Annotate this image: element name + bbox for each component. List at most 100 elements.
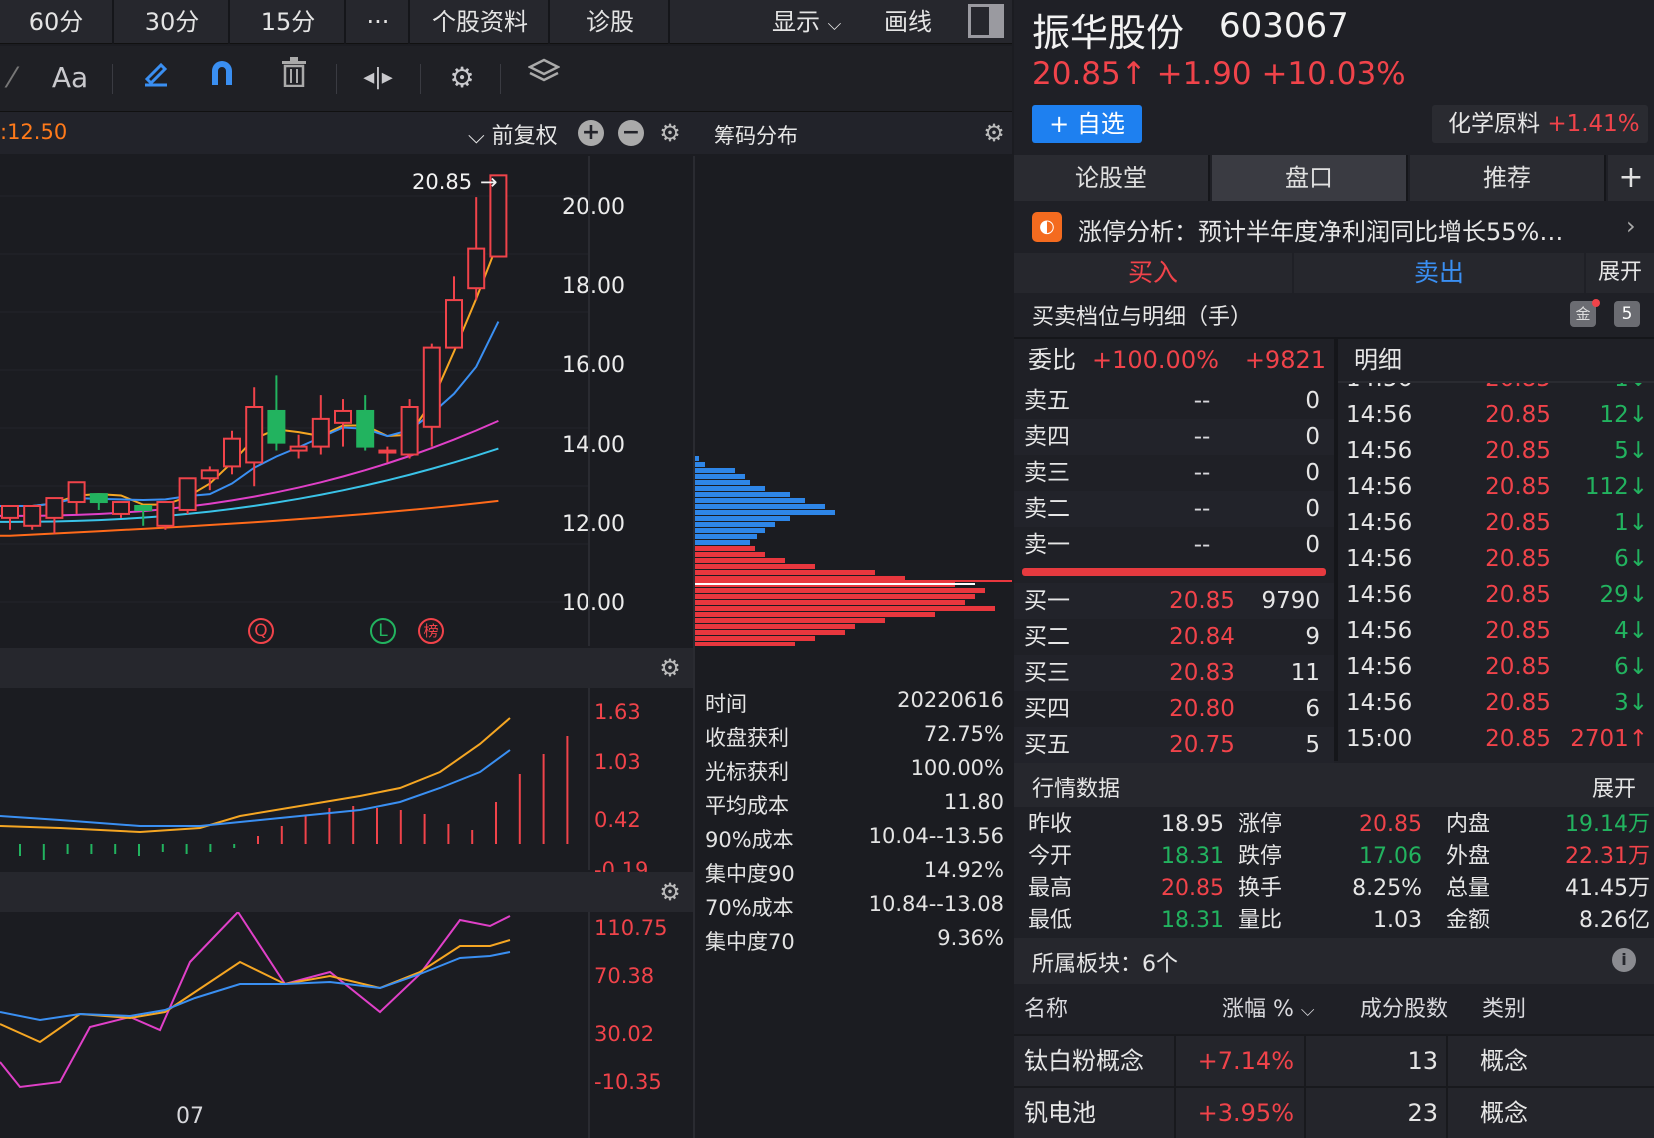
detail-row[interactable]: 15:00 20.85 2701↑ — [1338, 721, 1654, 757]
chip-bar — [695, 588, 985, 593]
layers-icon[interactable] — [522, 56, 566, 100]
market-label: 换手 — [1238, 876, 1283, 901]
bid-row[interactable]: 买二 20.84 9 — [1014, 619, 1334, 655]
ask-row[interactable]: 卖五 -- 0 — [1014, 383, 1334, 419]
detail-row[interactable]: 14:56 20.85 4↓ — [1338, 613, 1654, 649]
chip-stat-label: 90%成本 — [705, 828, 794, 852]
detail-row[interactable]: 14:56 20.85 5↓ — [1338, 433, 1654, 469]
marker-q[interactable]: Q — [248, 618, 274, 644]
detail-row[interactable]: 14:56 20.85 29↓ — [1338, 577, 1654, 613]
chips-title: 筹码分布 — [714, 124, 798, 148]
detail-price: 20.85 — [1485, 582, 1551, 608]
magnet-icon[interactable] — [200, 56, 244, 100]
tab-30min[interactable]: 30分 — [116, 0, 230, 44]
book-volume: 5 — [1305, 732, 1320, 758]
trash-icon[interactable] — [272, 56, 316, 100]
marker-bang[interactable]: 榜 — [418, 618, 444, 644]
detail-price: 20.85 — [1485, 654, 1551, 680]
detail-row[interactable]: 14:56 20.85 1↓ — [1338, 383, 1654, 397]
info-icon[interactable]: i — [1612, 948, 1636, 972]
tab-forum[interactable]: 论股堂 — [1014, 155, 1210, 201]
text-tool-icon[interactable]: Aa — [48, 56, 92, 100]
col-change[interactable]: 涨幅 % ⌵ — [1222, 986, 1315, 1035]
bid-row[interactable]: 买一 20.85 9790 — [1014, 583, 1334, 619]
market-expand-button[interactable]: 展开 — [1592, 771, 1636, 803]
settings-gear-icon[interactable]: ⚙ — [440, 56, 484, 100]
buy-button[interactable]: 买入 — [1014, 253, 1292, 293]
market-value: 20.85 — [1161, 876, 1224, 901]
display-menu[interactable]: 显示 ⌵ — [772, 0, 841, 44]
chip-stat-label: 集中度70 — [705, 930, 795, 954]
panel-toggle-icon[interactable] — [968, 4, 1004, 38]
zoom-in-icon[interactable]: + — [578, 120, 604, 146]
pen-icon[interactable] — [134, 56, 178, 100]
book-level-label: 卖四 — [1024, 424, 1070, 450]
kdj-header: ⚙ — [0, 872, 693, 912]
sector-row[interactable]: 钛白粉概念 +7.14% 13 概念 — [1014, 1034, 1654, 1086]
macd-y-tick: 0.42 — [594, 808, 641, 832]
sector-row[interactable]: 钒电池 +3.95% 23 概念 — [1014, 1086, 1654, 1138]
chart-subheader: :12.50 ⌵ 前复权 + − ⚙ 筹码分布 ⚙ — [0, 112, 1012, 154]
tab-recommend[interactable]: 推荐 — [1410, 155, 1606, 201]
market-value: 18.95 — [1161, 812, 1224, 837]
chips-settings-gear-icon[interactable]: ⚙ — [982, 121, 1006, 145]
tab-diagnosis[interactable]: 诊股 — [552, 0, 670, 44]
line-tool-icon[interactable]: ⁄ — [0, 56, 24, 100]
zoom-out-icon[interactable]: − — [618, 120, 644, 146]
adjust-selector[interactable]: ⌵ 前复权 — [468, 118, 558, 150]
tab-stock-profile[interactable]: 个股资料 — [412, 0, 550, 44]
detail-volume: 112↓ — [1584, 474, 1648, 500]
ask-row[interactable]: 卖一 -- 0 — [1014, 527, 1334, 563]
detail-row[interactable]: 14:56 20.85 3↓ — [1338, 685, 1654, 721]
detail-row[interactable]: 14:56 20.85 1↓ — [1338, 505, 1654, 541]
expand-trade-button[interactable]: 展开 — [1586, 253, 1654, 293]
book-volume: 9790 — [1261, 588, 1320, 614]
detail-price: 20.85 — [1485, 474, 1551, 500]
tab-15min[interactable]: 15分 — [232, 0, 346, 44]
marker-l[interactable]: L — [370, 618, 396, 644]
sort-chevron-icon: ⌵ — [1300, 1000, 1315, 1021]
kdj-settings-gear-icon[interactable]: ⚙ — [658, 880, 682, 904]
bid-row[interactable]: 买四 20.80 6 — [1014, 691, 1334, 727]
depth-level-badge[interactable]: 5 — [1614, 301, 1640, 327]
col-type[interactable]: 类别 — [1482, 986, 1526, 1034]
sell-button[interactable]: 卖出 — [1294, 253, 1584, 293]
detail-row[interactable]: 14:56 20.85 6↓ — [1338, 649, 1654, 685]
market-label: 内盘 — [1446, 812, 1491, 837]
ask-row[interactable]: 卖四 -- 0 — [1014, 419, 1334, 455]
more-periods-button[interactable]: ··· — [348, 0, 410, 44]
detail-row[interactable]: 14:56 20.85 12↓ — [1338, 397, 1654, 433]
detail-row[interactable]: 14:56 20.85 112↓ — [1338, 469, 1654, 505]
x-axis-label: 07 — [176, 1104, 204, 1129]
divider — [1304, 1088, 1306, 1138]
ask-row[interactable]: 卖二 -- 0 — [1014, 491, 1334, 527]
macd-settings-gear-icon[interactable]: ⚙ — [658, 656, 682, 680]
chip-bar — [695, 642, 795, 646]
draw-line-button[interactable]: 画线 — [884, 0, 932, 44]
tab-order-book[interactable]: 盘口 — [1212, 155, 1408, 201]
y-tick-label: 18.00 — [562, 274, 625, 300]
add-watchlist-button[interactable]: + 自选 — [1032, 105, 1142, 143]
add-tab-button[interactable]: + — [1608, 155, 1654, 201]
resize-handle-icon[interactable]: ◂|▸ — [356, 56, 400, 100]
book-price: -- — [1193, 388, 1211, 414]
chart-settings-gear-icon[interactable]: ⚙ — [658, 121, 682, 145]
sector-chip[interactable]: 化学原料 +1.41% — [1432, 105, 1648, 143]
chip-bar — [695, 594, 975, 599]
col-count[interactable]: 成分股数 — [1360, 986, 1448, 1034]
kdj-chart[interactable] — [0, 912, 590, 1102]
detail-volume: 4↓ — [1614, 618, 1648, 644]
chip-bar — [695, 462, 705, 467]
limit-up-notice[interactable]: ◐ 涨停分析：预计半年度净利润同比增长55%… › — [1014, 203, 1654, 251]
tab-60min[interactable]: 60分 — [0, 0, 114, 44]
macd-chart[interactable] — [0, 688, 590, 870]
bid-row[interactable]: 买三 20.83 11 — [1014, 655, 1334, 691]
bid-row[interactable]: 买五 20.75 5 — [1014, 727, 1334, 763]
col-name[interactable]: 名称 — [1024, 986, 1068, 1034]
detail-row[interactable]: 14:56 20.85 6↓ — [1338, 541, 1654, 577]
col-change-label: 涨幅 % — [1222, 997, 1294, 1022]
y-tick-label: 14.00 — [562, 432, 625, 458]
ask-row[interactable]: 卖三 -- 0 — [1014, 455, 1334, 491]
price-change-pct: +10.03% — [1261, 56, 1406, 92]
divider — [1446, 1036, 1448, 1086]
